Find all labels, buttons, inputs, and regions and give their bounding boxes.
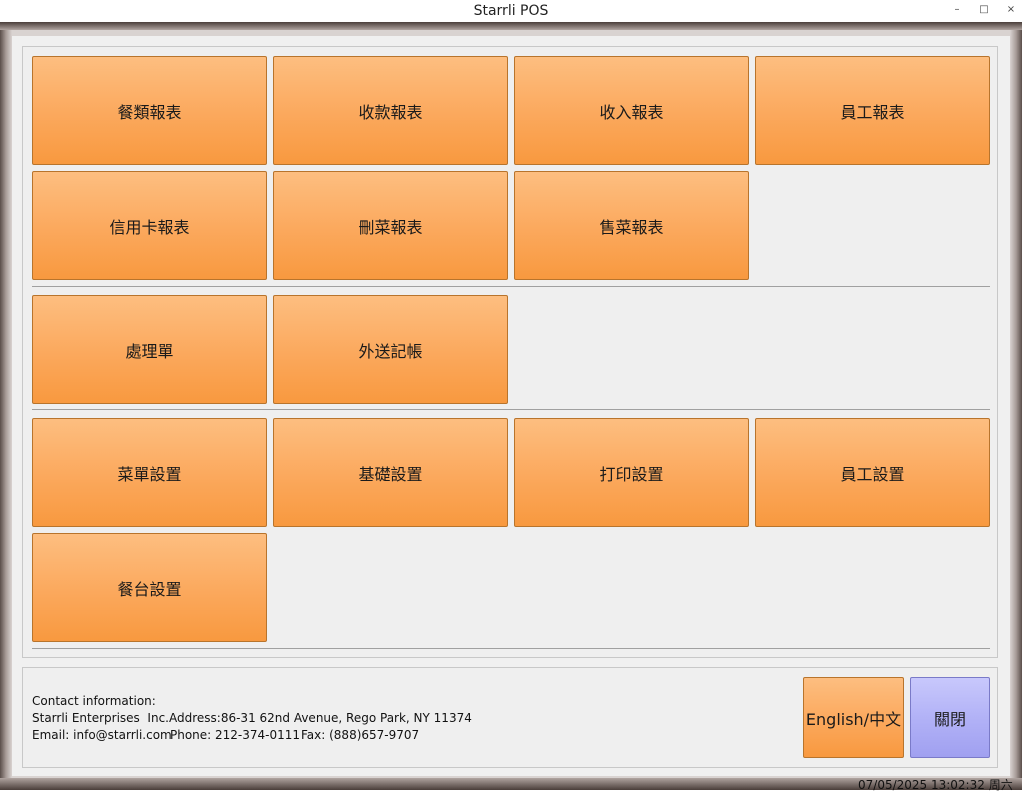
close-icon[interactable]: × [1002,2,1020,18]
report-income-button[interactable]: 收入報表 [514,56,749,165]
status-datetime: 07/05/2025 13:02:32 周六 [858,778,1013,792]
report-staff-button[interactable]: 員工報表 [755,56,990,165]
report-items-sold-button[interactable]: 售菜報表 [514,171,749,280]
contact-heading: Contact information: [32,694,156,708]
basic-settings-button[interactable]: 基礎設置 [273,418,508,527]
section-divider [32,409,990,410]
company-address: Address:86-31 62nd Avenue, Rego Park, NY… [169,711,472,725]
close-button[interactable]: 關閉 [910,677,990,758]
contact-fax: Fax: (888)657-9707 [301,728,420,742]
print-settings-button[interactable]: 打印設置 [514,418,749,527]
table-settings-button[interactable]: 餐台設置 [32,533,267,642]
process-orders-button[interactable]: 處理單 [32,295,267,404]
report-category-button[interactable]: 餐類報表 [32,56,267,165]
window-frame-top [0,22,1022,30]
maximize-icon[interactable]: □ [975,2,993,18]
section-divider [32,286,990,287]
staff-settings-button[interactable]: 員工設置 [755,418,990,527]
minimize-icon[interactable]: – [948,2,966,18]
report-deleted-items-button[interactable]: 刪菜報表 [273,171,508,280]
delivery-accounts-button[interactable]: 外送記帳 [273,295,508,404]
report-credit-card-button[interactable]: 信用卡報表 [32,171,267,280]
contact-phone: Phone: 212-374-0111 [170,728,301,742]
title-bar: Starrli POS – □ × [0,0,1022,22]
window-title: Starrli POS [473,3,549,19]
report-payment-button[interactable]: 收款報表 [273,56,508,165]
language-toggle-button[interactable]: English/中文 [803,677,904,758]
menu-settings-button[interactable]: 菜單設置 [32,418,267,527]
contact-email: Email: info@starrli.com [32,728,172,742]
section-divider [32,648,990,649]
company-name: Starrli Enterprises Inc. [32,711,169,725]
